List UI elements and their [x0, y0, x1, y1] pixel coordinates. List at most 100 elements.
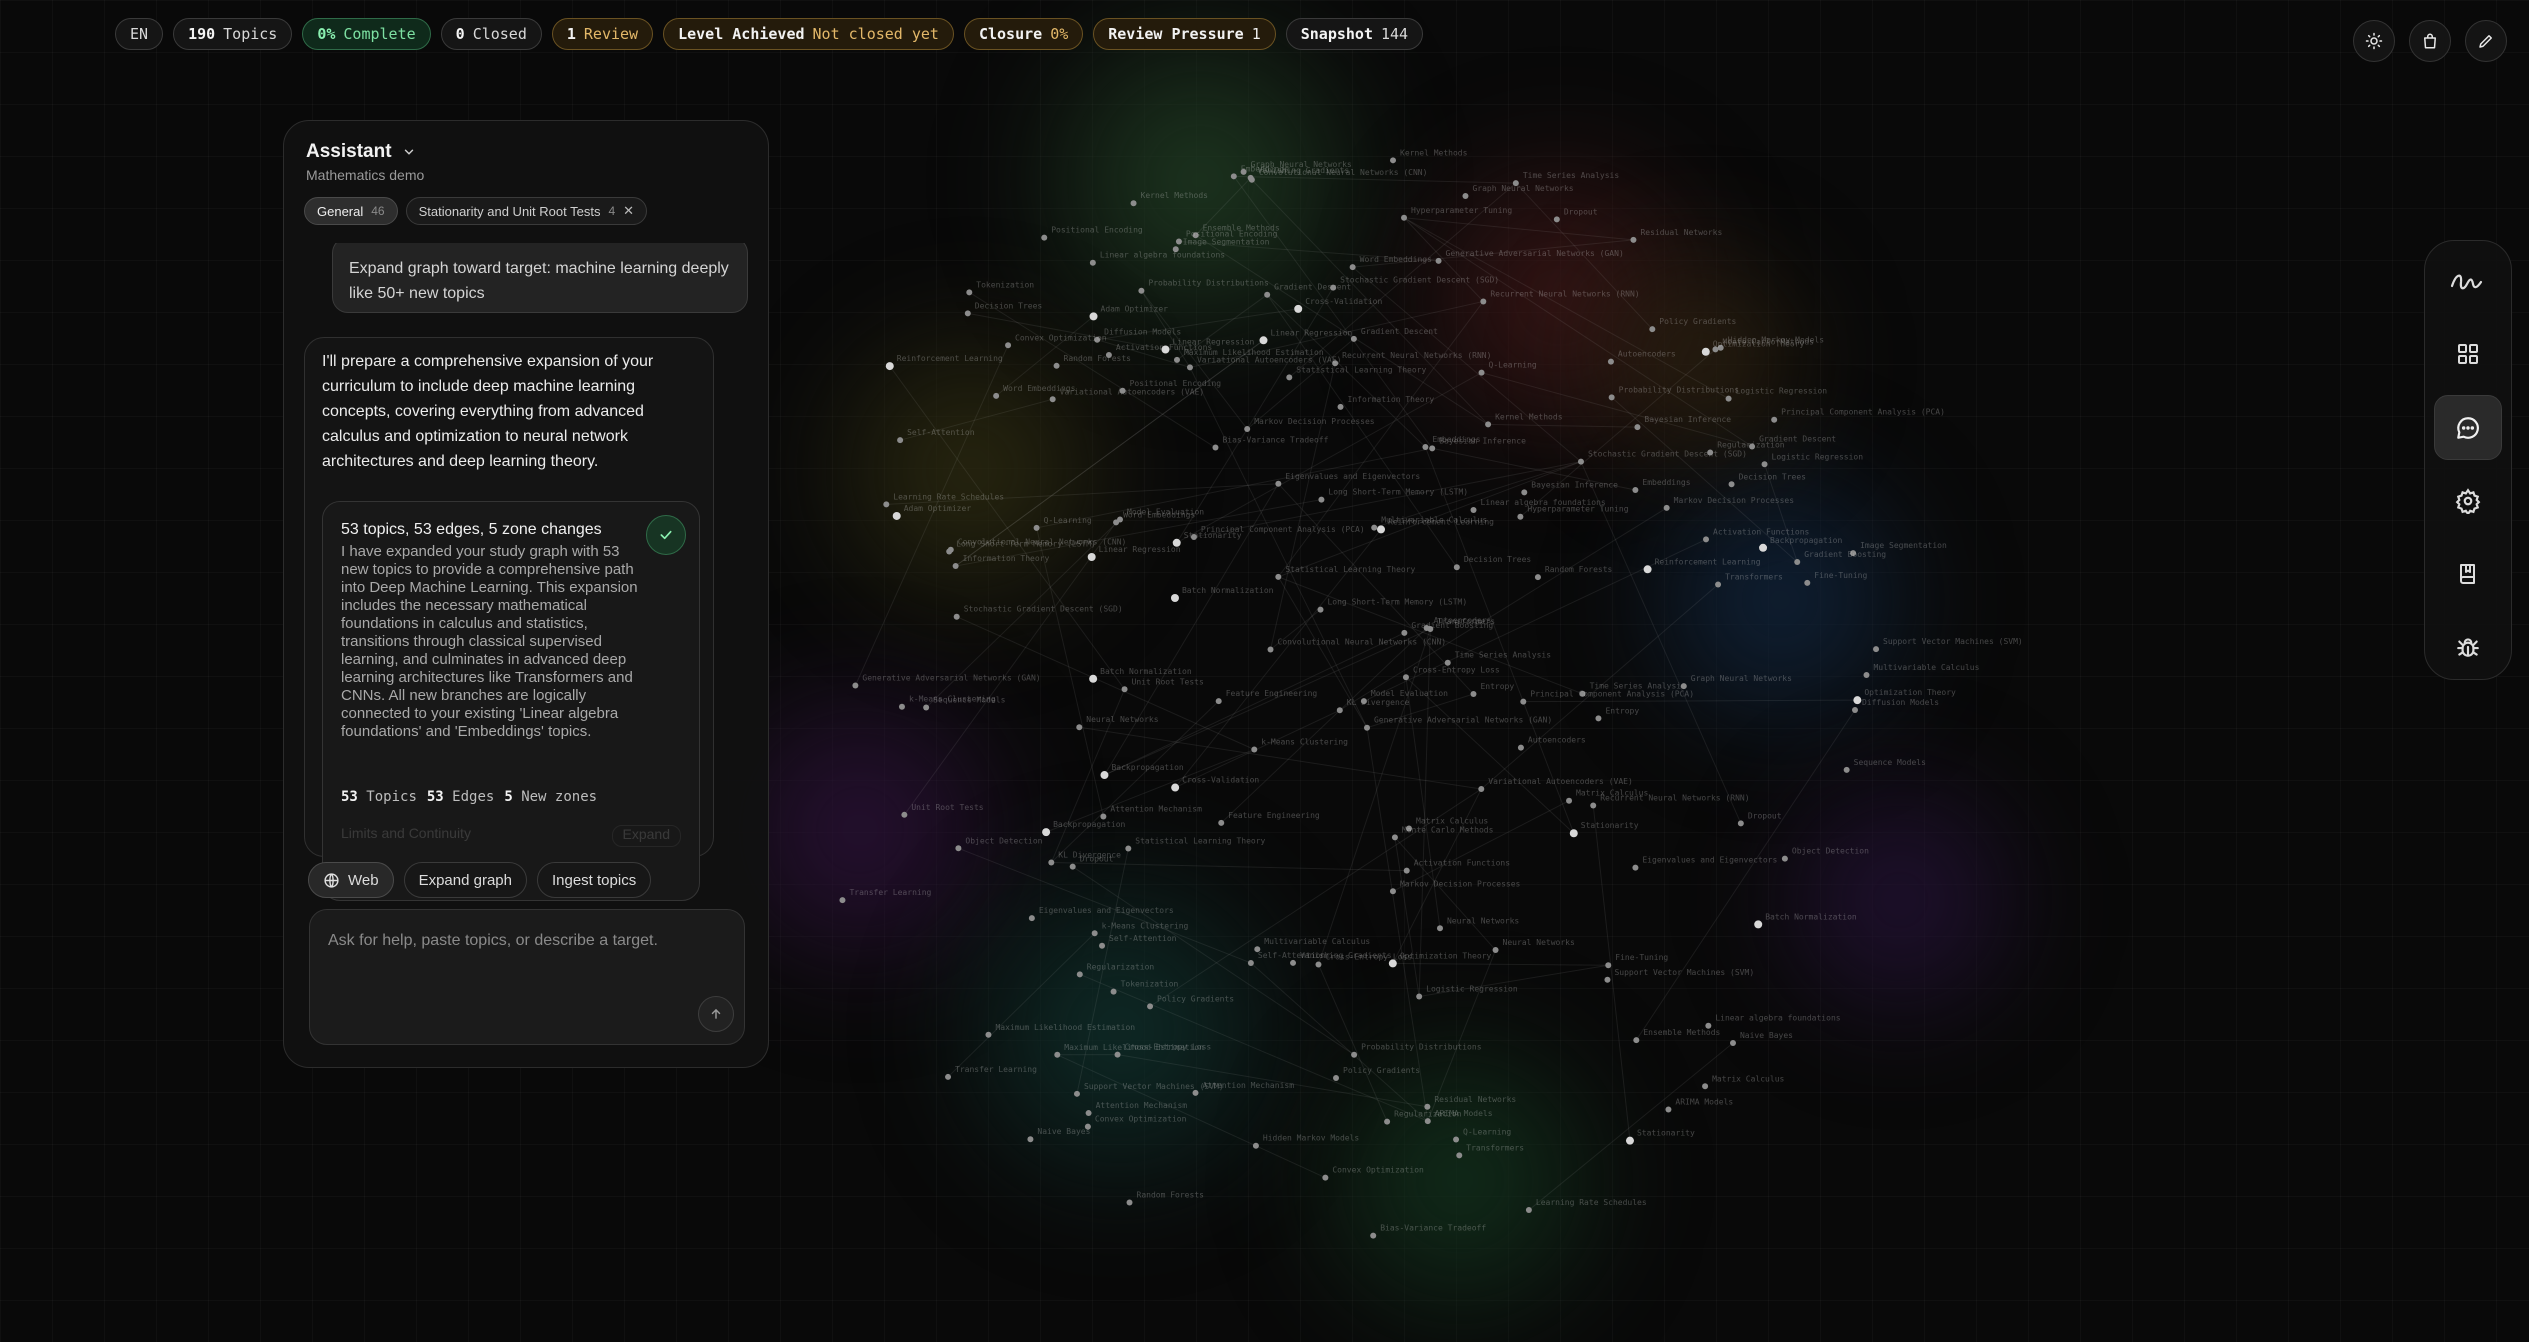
graph-node[interactable]: [1569, 829, 1578, 838]
graph-node[interactable]: [1130, 200, 1137, 207]
graph-node[interactable]: [1087, 552, 1096, 561]
graph-node[interactable]: [1781, 855, 1788, 862]
graph-node[interactable]: [1478, 786, 1485, 793]
graph-node[interactable]: [1267, 646, 1274, 653]
rail-settings-button[interactable]: [2434, 468, 2502, 533]
edit-button[interactable]: [2465, 20, 2507, 62]
snapshot-pill[interactable]: Snapshot 144: [1285, 18, 1424, 50]
graph-node[interactable]: [1212, 444, 1219, 451]
graph-node[interactable]: [1126, 1199, 1133, 1206]
graph-node[interactable]: [1117, 516, 1124, 523]
graph-node[interactable]: [1566, 797, 1573, 804]
graph-node[interactable]: [1089, 674, 1098, 683]
close-icon[interactable]: ✕: [623, 203, 634, 219]
graph-node[interactable]: [1377, 525, 1386, 534]
graph-node[interactable]: [1630, 236, 1637, 243]
graph-node[interactable]: [1315, 961, 1322, 968]
graph-node[interactable]: [1435, 257, 1442, 264]
graph-node[interactable]: [1048, 859, 1055, 866]
graph-node[interactable]: [1336, 707, 1343, 714]
graph-node[interactable]: [1680, 683, 1687, 690]
graph-node[interactable]: [898, 703, 905, 710]
graph-node[interactable]: [1429, 445, 1436, 452]
graph-node[interactable]: [1485, 421, 1492, 428]
graph-node[interactable]: [1119, 387, 1126, 394]
graph-node[interactable]: [1028, 915, 1035, 922]
graph-node[interactable]: [1100, 771, 1109, 780]
graph-node[interactable]: [1069, 863, 1076, 870]
graph-node[interactable]: [1521, 489, 1528, 496]
rail-library-button[interactable]: [2434, 541, 2502, 606]
graph-node[interactable]: [1005, 342, 1012, 349]
graph-node[interactable]: [1318, 496, 1325, 503]
graph-node[interactable]: [1423, 625, 1430, 632]
graph-node[interactable]: [1725, 395, 1732, 402]
graph-node[interactable]: [1370, 1232, 1377, 1239]
graph-node[interactable]: [1843, 766, 1850, 773]
graph-node[interactable]: [1240, 168, 1247, 175]
graph-node[interactable]: [1384, 1118, 1391, 1125]
graph-node[interactable]: [1121, 686, 1128, 693]
graph-node[interactable]: [1707, 449, 1714, 456]
graph-node[interactable]: [1625, 1136, 1634, 1145]
graph-node[interactable]: [1401, 629, 1408, 636]
rail-debug-button[interactable]: [2434, 614, 2502, 679]
graph-node[interactable]: [993, 392, 1000, 399]
shop-button[interactable]: [2409, 20, 2451, 62]
graph-node[interactable]: [1173, 356, 1180, 363]
graph-node[interactable]: [1215, 698, 1222, 705]
graph-node[interactable]: [1663, 504, 1670, 511]
graph-node[interactable]: [923, 704, 930, 711]
graph-node[interactable]: [901, 811, 908, 818]
expand-graph-button[interactable]: Expand graph: [403, 862, 527, 898]
graph-node[interactable]: [1737, 820, 1744, 827]
graph-node[interactable]: [1114, 1051, 1121, 1058]
graph-node[interactable]: [1351, 1051, 1358, 1058]
graph-node[interactable]: [1027, 1136, 1034, 1143]
graph-node[interactable]: [1424, 1118, 1431, 1125]
graph-node[interactable]: [1520, 698, 1527, 705]
graph-node[interactable]: [1089, 312, 1098, 321]
graph-node[interactable]: [1371, 524, 1378, 531]
graph-node[interactable]: [1091, 930, 1098, 937]
graph-node[interactable]: [1608, 394, 1615, 401]
graph-node[interactable]: [1363, 724, 1370, 731]
graph-node[interactable]: [883, 501, 890, 508]
chip-stationarity[interactable]: Stationarity and Unit Root Tests 4 ✕: [405, 197, 648, 225]
graph-node[interactable]: [1186, 364, 1193, 371]
graph-node[interactable]: [1771, 416, 1778, 423]
graph-node[interactable]: [1349, 264, 1356, 271]
graph-node[interactable]: [1703, 536, 1710, 543]
graph-node[interactable]: [1041, 234, 1048, 241]
graph-node[interactable]: [1125, 845, 1132, 852]
graph-node[interactable]: [839, 897, 846, 904]
graph-node[interactable]: [1480, 298, 1487, 305]
graph-node[interactable]: [892, 511, 901, 520]
ingest-topics-button[interactable]: Ingest topics: [536, 862, 652, 898]
graph-node[interactable]: [1422, 444, 1429, 451]
graph-node[interactable]: [1089, 259, 1096, 266]
graph-node[interactable]: [1391, 834, 1398, 841]
graph-node[interactable]: [1333, 1074, 1340, 1081]
graph-node[interactable]: [1595, 715, 1602, 722]
graph-node[interactable]: [1453, 1136, 1460, 1143]
chevron-down-icon[interactable]: [402, 145, 416, 159]
chip-general[interactable]: General 46: [304, 197, 398, 225]
graph-node[interactable]: [1794, 558, 1801, 565]
graph-node[interactable]: [1649, 326, 1656, 333]
send-button[interactable]: [698, 996, 734, 1032]
graph-node[interactable]: [1264, 291, 1271, 298]
graph-node[interactable]: [1517, 513, 1524, 520]
graph-node[interactable]: [964, 310, 971, 317]
graph-node[interactable]: [1759, 543, 1768, 552]
graph-node[interactable]: [1534, 574, 1541, 581]
graph-node[interactable]: [955, 845, 962, 852]
graph-node[interactable]: [1110, 988, 1117, 995]
graph-node[interactable]: [1138, 287, 1145, 294]
graph-node[interactable]: [1170, 593, 1179, 602]
graph-node[interactable]: [1033, 524, 1040, 531]
graph-node[interactable]: [1085, 1110, 1092, 1117]
graph-node[interactable]: [1632, 486, 1639, 493]
graph-node[interactable]: [1099, 942, 1106, 949]
graph-node[interactable]: [885, 362, 894, 371]
